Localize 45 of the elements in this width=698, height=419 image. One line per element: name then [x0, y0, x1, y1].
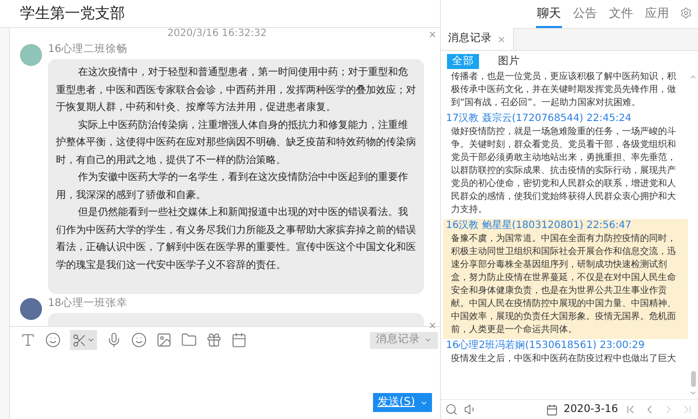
close-icon[interactable] — [497, 34, 506, 44]
side-tab[interactable]: 应用 — [644, 0, 670, 28]
history-tab[interactable]: 消息记录 — [441, 28, 514, 50]
search-icon[interactable] — [445, 403, 458, 416]
folder-icon[interactable] — [181, 332, 197, 348]
message-paragraph: 在这次疫情中，对于轻型和普通型患者，第一时间使用中药；对于重型和危重型患者，中医和西医专家联合会诊，中西药并用，发挥两种医学的叠加效应；对于恢复期人群，中药和针灸、按摩等方法并用，促进患者康复。 — [56, 66, 416, 115]
history-date: 2020-3-16 — [564, 402, 618, 417]
settings-icon[interactable] — [680, 7, 692, 19]
entry-header: 16心理2班冯若娴(1530618561) 23:00:29 — [446, 339, 646, 353]
font-icon[interactable] — [20, 332, 36, 348]
message-paragraph: 作为安徽中医药大学的一名学生，看到在这次疫情防治中中医起到的重要作用，我深深的感到了骄傲和自豪。 — [56, 170, 409, 202]
screenshot-button[interactable] — [70, 330, 97, 350]
entry-header: 17汉教 聂宗云(1720768544) 22:45:24 — [446, 112, 632, 126]
side-tab[interactable]: 文件 — [608, 0, 634, 28]
sender-name: 16心理二班徐畅 — [48, 42, 128, 56]
image-icon[interactable] — [156, 332, 172, 348]
entry-text: 疫情发生之后，中医和中医药在防疫过程中也做出了巨大 — [451, 353, 677, 366]
microphone-icon[interactable] — [106, 332, 122, 348]
calendar-icon[interactable] — [231, 332, 247, 348]
side-tab[interactable]: 公告 — [572, 0, 598, 28]
scroll-up-icon[interactable] — [689, 73, 697, 81]
entry-header: 16汉教 鲍星星(1803120801) 22:56:47 — [446, 219, 632, 233]
close-icon[interactable] — [428, 321, 437, 330]
message-paragraph: 但是仍然能看到一些社交媒体上和新闻报道中出现的对中医的错误看法。我们作为中医药大学的学生，有义务尽我们力所能及之事帮助大家摈弃掉之前的错误看法，正确认识中医，了解到中医在医学界的重要性。宣传中医这个中国文化和医学的瑰宝是我们这一代安中医学子义不容辞的责任。 — [56, 206, 416, 272]
close-icon[interactable] — [428, 30, 437, 39]
history-button[interactable]: 消息记录 — [370, 332, 438, 348]
window-title: 学生第一党支部 — [20, 3, 125, 24]
scissors-icon — [72, 332, 87, 348]
gift-icon[interactable] — [206, 332, 222, 348]
entry-text: 传播者，也是一位党员，更应该积极了解中医药知识，积极传承中医药文化，并在关键时期发挥党员先锋作用，做到“国有战，召必回”。一起助力国家对抗困难。 — [451, 71, 677, 110]
filter-tab[interactable]: 全部 — [447, 54, 479, 68]
caret-icon — [424, 336, 432, 344]
avatar[interactable] — [20, 298, 42, 320]
caret-icon — [87, 336, 95, 344]
entry-text: 备豫不虞，为国常道。中国在全面有力防控疫情的同时，积极主动同世卫组织和国际社会开展合作和信息交流，迅速分享部分毒株全基因组序列，研制成功快速检测试剂盒，努力防止疫情在世界蔓延，不仅是在对中国人民生命安全和身体健康负责，也是在为世界公共卫生事业作贡献。中国人民在疫情防控中展现的中国力量、中国精神、中国效率，展现的负责任大国形象。疫情无国界。危机面前，人类更是一个命运共同体。 — [451, 233, 677, 337]
scrollbar-thumb[interactable] — [690, 371, 696, 387]
calendar-icon[interactable] — [546, 404, 558, 416]
sender-name: 18心理一班张幸 — [48, 296, 128, 310]
emoji-icon[interactable] — [45, 332, 61, 348]
message-timestamp: 2020/3/16 16:32:32 — [167, 28, 267, 40]
entry-text: 做好疫情防控，就是一场急难险重的任务，一场严峻的斗争。关键时刻，群众看党员、党员看干部，各级党组织和党员干部必须勇敢主动地站出来，勇挑重担、率先垂范，以群防联控的实际成果、抗击疫情的实际行动，展现共产党员的初心使命，密切党和人民群众的联系，增进党和人民群众的感情，使我们党始终获得人民群众衷心拥护和大力支持。 — [451, 126, 677, 217]
filter-tab[interactable]: 图片 — [493, 54, 525, 68]
scroll-down-icon[interactable] — [689, 389, 697, 397]
send-button[interactable]: 发送(S) — [373, 393, 432, 412]
message-paragraph: 实际上中医药防治传染病，注重增强人体自身的抵抗力和修复能力，注重维护整体平衡，这使得中医药在应对那些病因不明确、缺乏疫苗和特效药物的传染病时，有自己的用武之地，提供了不一样的防治策略。 — [56, 118, 416, 168]
